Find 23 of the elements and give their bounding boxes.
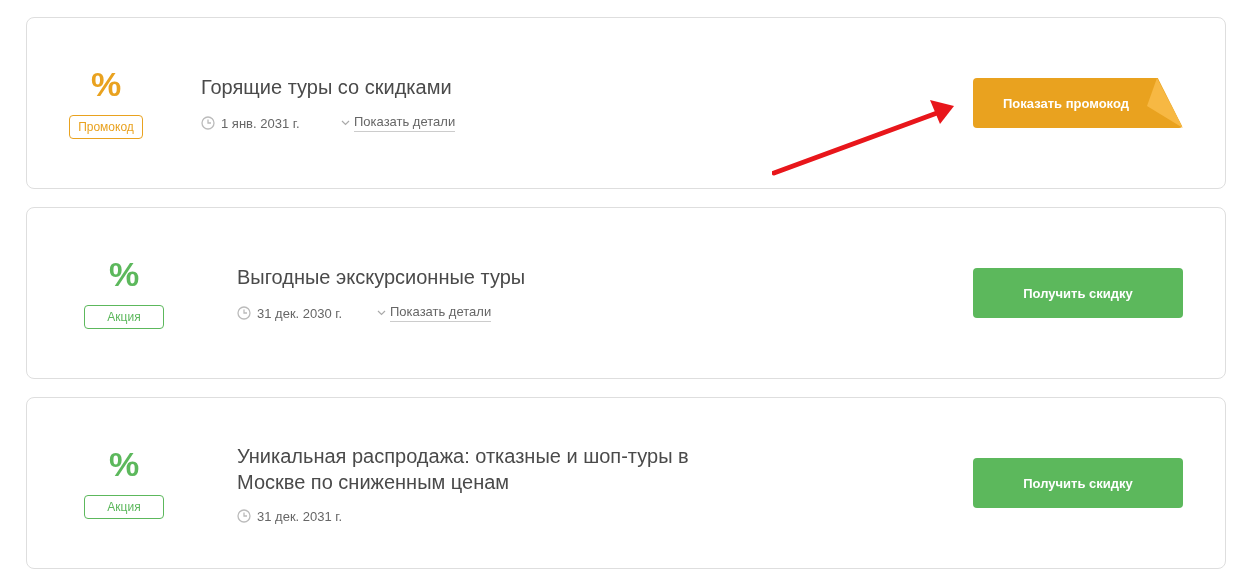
expiry-date: 1 янв. 2031 г. [221, 115, 300, 131]
offer-tag: Акция [84, 495, 164, 519]
expiry-date: 31 дек. 2030 г. [257, 305, 343, 321]
offer-title: Выгодные экскурсионные туры [237, 265, 527, 290]
offer-tag: Акция [84, 305, 164, 329]
offer-title: Горящие туры со скидками [201, 75, 453, 100]
details-link[interactable]: Показать детали [354, 114, 456, 132]
percent-symbol: % [108, 447, 140, 481]
clock-icon [201, 116, 215, 130]
percent-symbol: % [90, 67, 122, 101]
expiry-date: 31 дек. 2031 г. [257, 508, 343, 524]
corner-fold-icon [1147, 78, 1183, 128]
clock-icon [237, 509, 251, 523]
get-discount-button[interactable]: Получить скидку [973, 458, 1183, 508]
chevron-down-icon [377, 310, 386, 316]
show-code-button[interactable]: Показать промокод [973, 78, 1183, 128]
percent-symbol: % [108, 257, 140, 291]
details-link[interactable]: Показать детали [390, 304, 492, 322]
chevron-down-icon [341, 120, 350, 126]
clock-icon [237, 306, 251, 320]
offer-tag: Промокод [69, 115, 143, 139]
get-discount-button[interactable]: Получить скидку [973, 268, 1183, 318]
offer-title: Уникальная распродажа: отказные и шоп-туры в Москве по сниженным ценам [237, 443, 690, 495]
